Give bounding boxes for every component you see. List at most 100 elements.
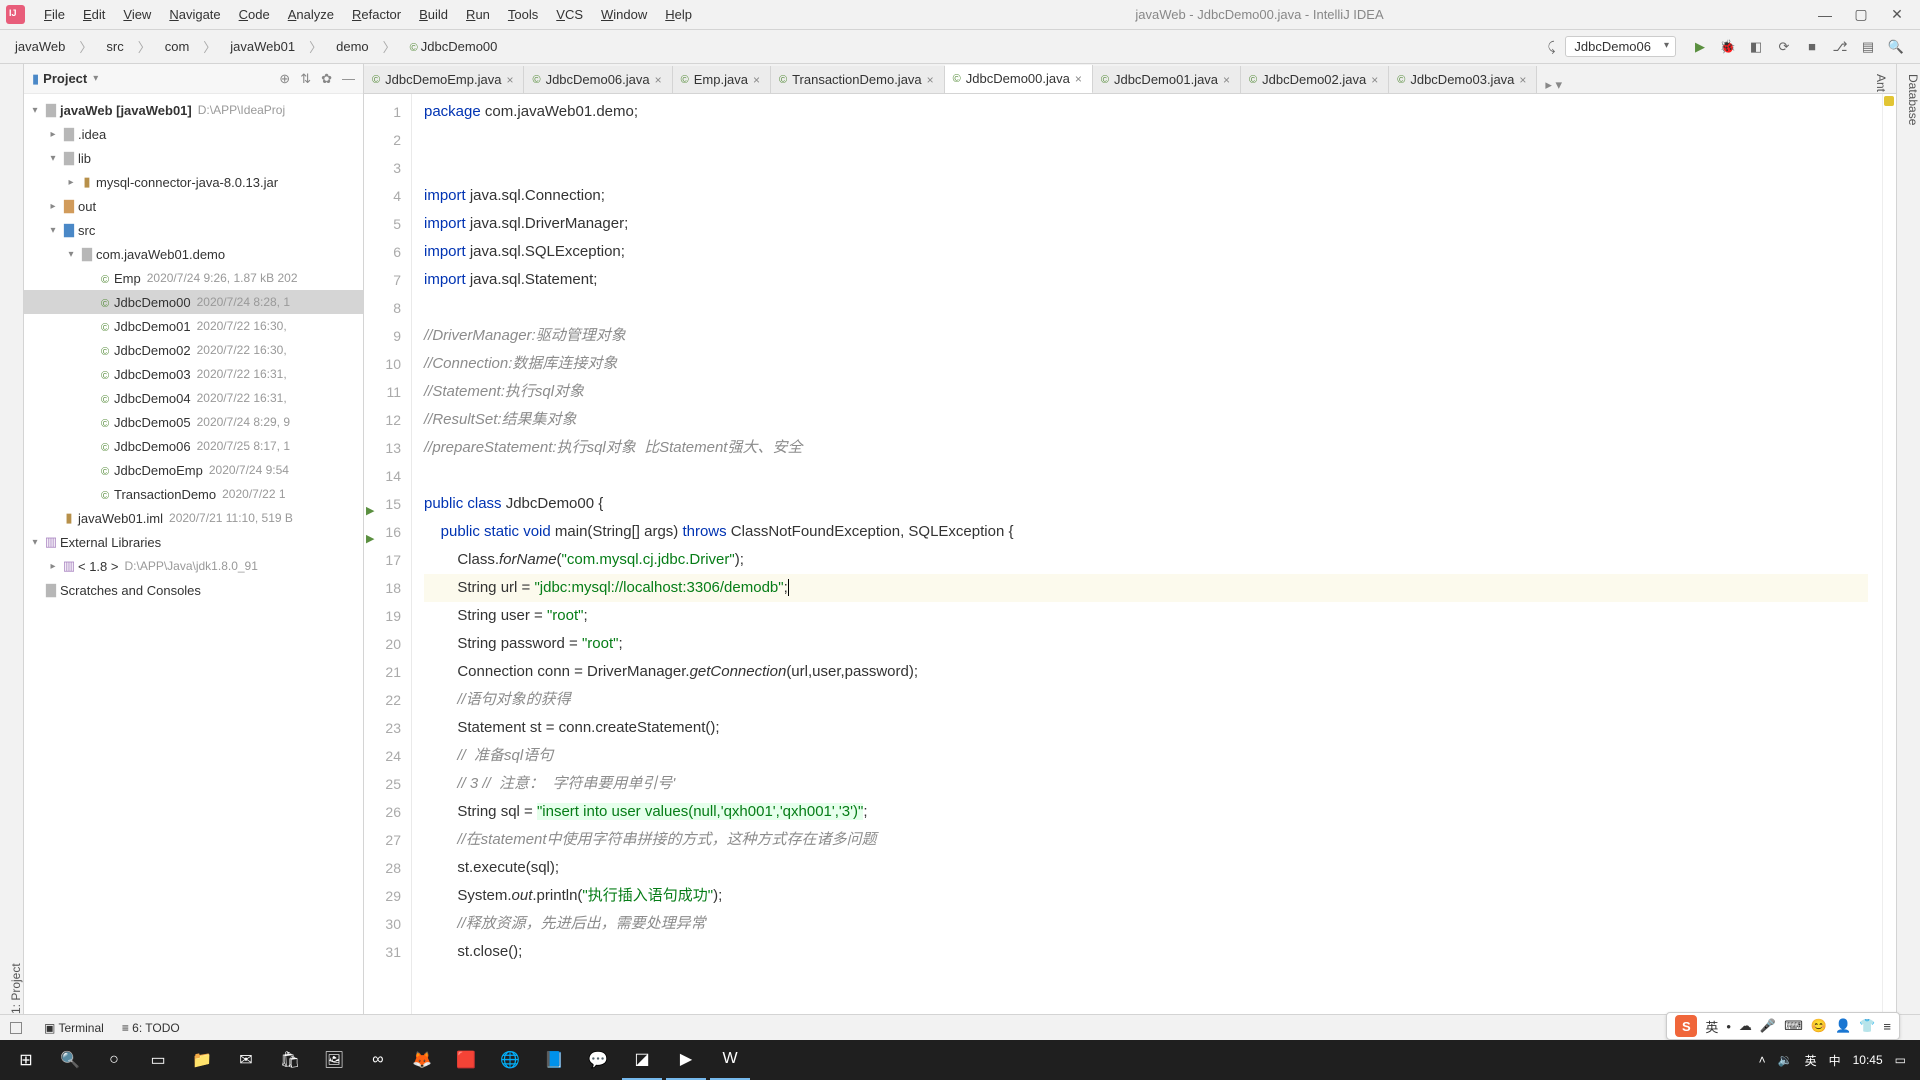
tree-JdbcDemo03[interactable]: ©JdbcDemo032020/7/22 16:31,	[24, 362, 363, 386]
close-tab-icon[interactable]: ×	[1075, 72, 1082, 86]
tree-Scratches and Consoles[interactable]: ▇Scratches and Consoles	[24, 578, 363, 602]
tree-TransactionDemo[interactable]: ©TransactionDemo2020/7/22 1	[24, 482, 363, 506]
project-tree[interactable]: ▾▇javaWeb [javaWeb01]D:\APP\IdeaProj▸▇.i…	[24, 94, 363, 1014]
tree-JdbcDemo04[interactable]: ©JdbcDemo042020/7/22 16:31,	[24, 386, 363, 410]
crumb-com[interactable]: com	[160, 37, 195, 56]
tree-Emp[interactable]: ©Emp2020/7/24 9:26, 1.87 kB 202	[24, 266, 363, 290]
ime-lang[interactable]: 英	[1705, 1017, 1718, 1036]
tab-JdbcDemo06.java[interactable]: ©JdbcDemo06.java×	[524, 66, 672, 93]
tab-Emp.java[interactable]: ©Emp.java×	[673, 66, 771, 93]
menu-window[interactable]: Window	[592, 7, 656, 22]
bottom-toolbar[interactable]: ▣ Terminal ≡ 6: TODO	[0, 1014, 1920, 1040]
ime-indicator[interactable]: 英	[1805, 1052, 1817, 1069]
chrome-icon[interactable]: 🌐	[490, 1040, 530, 1080]
search-taskbar-icon[interactable]: 🔍	[50, 1040, 90, 1080]
locate-icon[interactable]: ⊕	[279, 71, 290, 87]
minimize-button[interactable]: —	[1818, 8, 1832, 22]
tab-JdbcDemo02.java[interactable]: ©JdbcDemo02.java×	[1241, 66, 1389, 93]
ime-mode[interactable]: 中	[1829, 1052, 1841, 1069]
code-editor[interactable]: package com.javaWeb01.demo; import java.…	[412, 94, 1882, 1014]
sogou-ime-icon[interactable]: S	[1675, 1015, 1697, 1037]
tree-JdbcDemo00[interactable]: ©JdbcDemo002020/7/24 8:28, 1	[24, 290, 363, 314]
tab-TransactionDemo.java[interactable]: ©TransactionDemo.java×	[771, 66, 945, 93]
tree-JdbcDemo06[interactable]: ©JdbcDemo062020/7/25 8:17, 1	[24, 434, 363, 458]
maximize-button[interactable]: ▢	[1854, 8, 1868, 22]
menu-refactor[interactable]: Refactor	[343, 7, 410, 22]
run-config-select[interactable]: JdbcDemo06	[1565, 36, 1676, 57]
photos-icon[interactable]: 🖼	[314, 1040, 354, 1080]
menu-tools[interactable]: Tools	[499, 7, 547, 22]
tab-JdbcDemoEmp.java[interactable]: ©JdbcDemoEmp.java×	[364, 66, 524, 93]
close-tab-icon[interactable]: ×	[1223, 73, 1230, 87]
close-tab-icon[interactable]: ×	[1371, 73, 1378, 87]
project-panel-title[interactable]: Project	[43, 71, 87, 86]
editor-tabs[interactable]: ©JdbcDemoEmp.java×©JdbcDemo06.java×©Emp.…	[364, 64, 1896, 94]
stop-icon[interactable]: ■	[1803, 38, 1821, 56]
profile-icon[interactable]: ⟳	[1775, 38, 1793, 56]
tree-< 1.8 >[interactable]: ▸▥< 1.8 >D:\APP\Java\jdk1.8.0_91	[24, 554, 363, 578]
crumb-JdbcDemo00[interactable]: JdbcDemo00	[405, 37, 503, 56]
close-tab-icon[interactable]: ×	[655, 73, 662, 87]
expand-icon[interactable]: ⇅	[300, 71, 311, 87]
menu-code[interactable]: Code	[230, 7, 279, 22]
menu-run[interactable]: Run	[457, 7, 499, 22]
action-center-icon[interactable]: ▭	[1895, 1053, 1906, 1067]
settings-icon[interactable]: ✿	[321, 71, 332, 87]
menu-help[interactable]: Help	[656, 7, 701, 22]
line-gutter[interactable]: 1234567891011121314▶15▶16171819202122232…	[364, 94, 412, 1014]
network-icon[interactable]: 🔉	[1778, 1053, 1793, 1067]
mail-icon[interactable]: ✉	[226, 1040, 266, 1080]
tree-out[interactable]: ▸▇out	[24, 194, 363, 218]
menu-vcs[interactable]: VCS	[547, 7, 592, 22]
tree-lib[interactable]: ▾▇lib	[24, 146, 363, 170]
menu-file[interactable]: File	[35, 7, 74, 22]
intellij-taskbar-icon[interactable]: ◪	[622, 1040, 662, 1080]
todo-tab[interactable]: ≡ 6: TODO	[122, 1021, 180, 1035]
warning-marker[interactable]	[1884, 96, 1894, 106]
start-button[interactable]: ⊞	[6, 1040, 46, 1080]
close-tab-icon[interactable]: ×	[506, 73, 513, 87]
tree-JdbcDemo01[interactable]: ©JdbcDemo012020/7/22 16:30,	[24, 314, 363, 338]
nav-icon[interactable]: 📘	[534, 1040, 574, 1080]
error-stripe[interactable]	[1882, 94, 1896, 1014]
left-tool-strip[interactable]: 1: Project 2: Favorites 7: Structure	[0, 64, 24, 1014]
tab-JdbcDemo01.java[interactable]: ©JdbcDemo01.java×	[1093, 66, 1241, 93]
tree-.idea[interactable]: ▸▇.idea	[24, 122, 363, 146]
crumb-demo[interactable]: demo	[331, 37, 374, 56]
crumb-javaWeb01[interactable]: javaWeb01	[225, 37, 300, 56]
breadcrumb[interactable]: javaWeb〉src〉com〉javaWeb01〉demo〉JdbcDemo0…	[10, 35, 502, 58]
close-tab-icon[interactable]: ×	[1519, 73, 1526, 87]
tree-src[interactable]: ▾▇src	[24, 218, 363, 242]
media-icon[interactable]: ▶	[666, 1040, 706, 1080]
ime-toolbar[interactable]: S 英 •☁🎤⌨😊👤👕≡	[1666, 1012, 1900, 1040]
explorer-icon[interactable]: 📁	[182, 1040, 222, 1080]
tab-JdbcDemo03.java[interactable]: ©JdbcDemo03.java×	[1389, 66, 1537, 93]
terminal-tab[interactable]: ▣ Terminal	[44, 1021, 104, 1035]
tree-JdbcDemoEmp[interactable]: ©JdbcDemoEmp2020/7/24 9:54	[24, 458, 363, 482]
menu-navigate[interactable]: Navigate	[160, 7, 229, 22]
taskview-icon[interactable]: ▭	[138, 1040, 178, 1080]
build-icon[interactable]: ⤹	[1542, 38, 1560, 56]
tab-JdbcDemo00.java[interactable]: ©JdbcDemo00.java×	[945, 65, 1093, 94]
menu-analyze[interactable]: Analyze	[279, 7, 343, 22]
run-icon[interactable]: ▶	[1691, 38, 1709, 56]
close-button[interactable]: ✕	[1890, 8, 1904, 22]
windows-taskbar[interactable]: ⊞ 🔍 ○ ▭ 📁 ✉ 🛍 🖼 ∞ 🦊 🟥 🌐 📘 💬 ◪ ▶ W ˄ 🔉 英 …	[0, 1040, 1920, 1080]
firefox-icon[interactable]: 🦊	[402, 1040, 442, 1080]
search-icon[interactable]: 🔍	[1887, 38, 1905, 56]
tree-com.javaWeb01.demo[interactable]: ▾▇com.javaWeb01.demo	[24, 242, 363, 266]
wechat-icon[interactable]: 💬	[578, 1040, 618, 1080]
menu-view[interactable]: View	[114, 7, 160, 22]
crumb-javaWeb[interactable]: javaWeb	[10, 37, 70, 56]
crumb-src[interactable]: src	[101, 37, 128, 56]
tree-JdbcDemo02[interactable]: ©JdbcDemo022020/7/22 16:30,	[24, 338, 363, 362]
tray-expand-icon[interactable]: ˄	[1759, 1053, 1766, 1067]
clock[interactable]: 10:45	[1853, 1053, 1883, 1067]
tree-javaWeb01.iml[interactable]: ▮javaWeb01.iml2020/7/21 11:10, 519 B	[24, 506, 363, 530]
hide-icon[interactable]: —	[342, 71, 355, 87]
menu-build[interactable]: Build	[410, 7, 457, 22]
right-tool-strip[interactable]: Database Ant	[1896, 64, 1920, 1014]
menu-edit[interactable]: Edit	[74, 7, 114, 22]
structure-icon[interactable]: ▤	[1859, 38, 1877, 56]
tree-External Libraries[interactable]: ▾▥External Libraries	[24, 530, 363, 554]
